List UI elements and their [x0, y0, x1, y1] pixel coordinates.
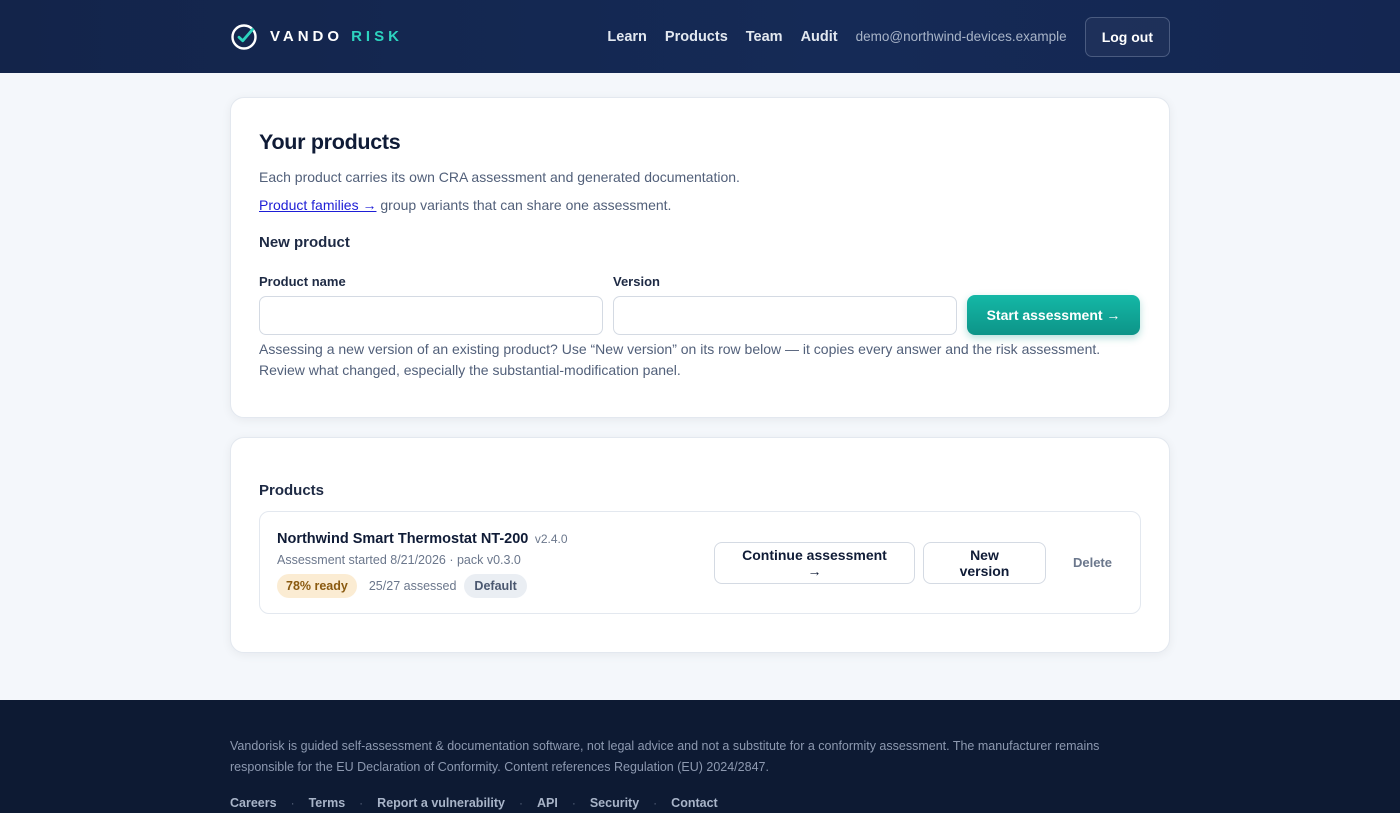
- product-name-label: Product name: [259, 274, 346, 289]
- legal-disclaimer: Vandorisk is guided self-assessment & do…: [230, 736, 1170, 778]
- logout-button[interactable]: Log out: [1084, 16, 1170, 57]
- nav-link-products[interactable]: Products: [665, 29, 728, 45]
- footer-separator: ·: [290, 796, 295, 810]
- continue-assessment-button[interactable]: Continue assessment →: [713, 541, 915, 584]
- brand-name-primary: VANDO: [270, 28, 344, 45]
- disclaimer-line-2: responsible for the EU Declaration of Co…: [230, 760, 769, 774]
- topbar-inner: VANDO RISK Learn Products Team Audit demo…: [230, 0, 1170, 73]
- new-version-button[interactable]: New version: [922, 541, 1046, 584]
- products-heading: Products: [259, 482, 325, 499]
- new-product-heading: New product: [259, 234, 350, 251]
- check-circle-icon: [231, 23, 257, 50]
- nav-link-learn[interactable]: Learn: [607, 29, 647, 45]
- page-subtitle: Each product carries its own CRA assessm…: [259, 169, 740, 185]
- new-version-hint: Assessing a new version of an existing p…: [259, 339, 1141, 381]
- product-info: Northwind Smart Thermostat NT-200 v2.4.0…: [277, 528, 568, 598]
- brand[interactable]: VANDO RISK: [230, 23, 403, 51]
- disclaimer-line-1: Vandorisk is guided self-assessment & do…: [230, 739, 1100, 753]
- product-version: v2.4.0: [534, 531, 568, 546]
- footer: Vandorisk is guided self-assessment & do…: [0, 700, 1400, 813]
- product-families-note: Product families → group variants that c…: [259, 197, 1141, 213]
- default-badge: Default: [464, 573, 527, 598]
- brand-name-accent: RISK: [351, 28, 403, 45]
- brand-name: VANDO RISK: [270, 28, 403, 45]
- main-nav: Learn Products Team Audit demo@northwind…: [589, 16, 1170, 57]
- hint-line-1: Assessing a new version of an existing p…: [259, 341, 1101, 357]
- product-name-input[interactable]: [259, 296, 603, 335]
- delete-button[interactable]: Delete: [1054, 555, 1123, 570]
- product-families-link[interactable]: Product families →: [259, 197, 376, 213]
- user-email: demo@northwind-devices.example: [855, 29, 1067, 44]
- footer-inner: Vandorisk is guided self-assessment & do…: [230, 700, 1170, 810]
- product-name-field: Product name: [259, 274, 603, 335]
- footer-separator: ·: [653, 796, 658, 810]
- footer-link-report-vulnerability[interactable]: Report a vulnerability: [377, 796, 505, 810]
- new-product-form: Product name Version Start assessment →: [259, 274, 1141, 335]
- page-title: Your products: [259, 130, 401, 154]
- top-navigation-bar: VANDO RISK Learn Products Team Audit demo…: [0, 0, 1400, 73]
- product-tags: 78% ready 25/27 assessed Default: [277, 573, 568, 598]
- product-families-text: group variants that can share one assess…: [376, 197, 672, 213]
- footer-links: Careers · Terms · Report a vulnerability…: [230, 796, 1170, 810]
- product-actions: Continue assessment → New version Delete: [713, 541, 1123, 584]
- footer-link-careers[interactable]: Careers: [230, 796, 277, 810]
- nav-link-team[interactable]: Team: [746, 29, 783, 45]
- footer-separator: ·: [359, 796, 364, 810]
- product-row: Northwind Smart Thermostat NT-200 v2.4.0…: [259, 511, 1141, 614]
- footer-link-contact[interactable]: Contact: [671, 796, 718, 810]
- assessed-count: 25/27 assessed: [368, 578, 457, 593]
- start-assessment-button[interactable]: Start assessment →: [967, 295, 1140, 335]
- hint-line-2: Review what changed, especially the subs…: [259, 362, 681, 378]
- footer-separator: ·: [518, 796, 523, 810]
- version-input[interactable]: [613, 296, 957, 335]
- products-card: Products Northwind Smart Thermostat NT-2…: [230, 437, 1170, 653]
- product-meta: Assessment started 8/21/2026 · pack v0.3…: [277, 552, 521, 567]
- version-field: Version: [613, 274, 957, 335]
- product-name: Northwind Smart Thermostat NT-200: [277, 530, 529, 547]
- version-label: Version: [613, 274, 660, 289]
- footer-link-api[interactable]: API: [537, 796, 558, 810]
- product-title-line: Northwind Smart Thermostat NT-200 v2.4.0: [277, 530, 568, 548]
- readiness-badge: 78% ready: [277, 573, 357, 598]
- footer-separator: ·: [571, 796, 576, 810]
- new-product-card: Your products Each product carries its o…: [230, 97, 1170, 418]
- footer-link-security[interactable]: Security: [590, 796, 639, 810]
- footer-link-terms[interactable]: Terms: [309, 796, 346, 810]
- nav-link-audit[interactable]: Audit: [801, 29, 838, 45]
